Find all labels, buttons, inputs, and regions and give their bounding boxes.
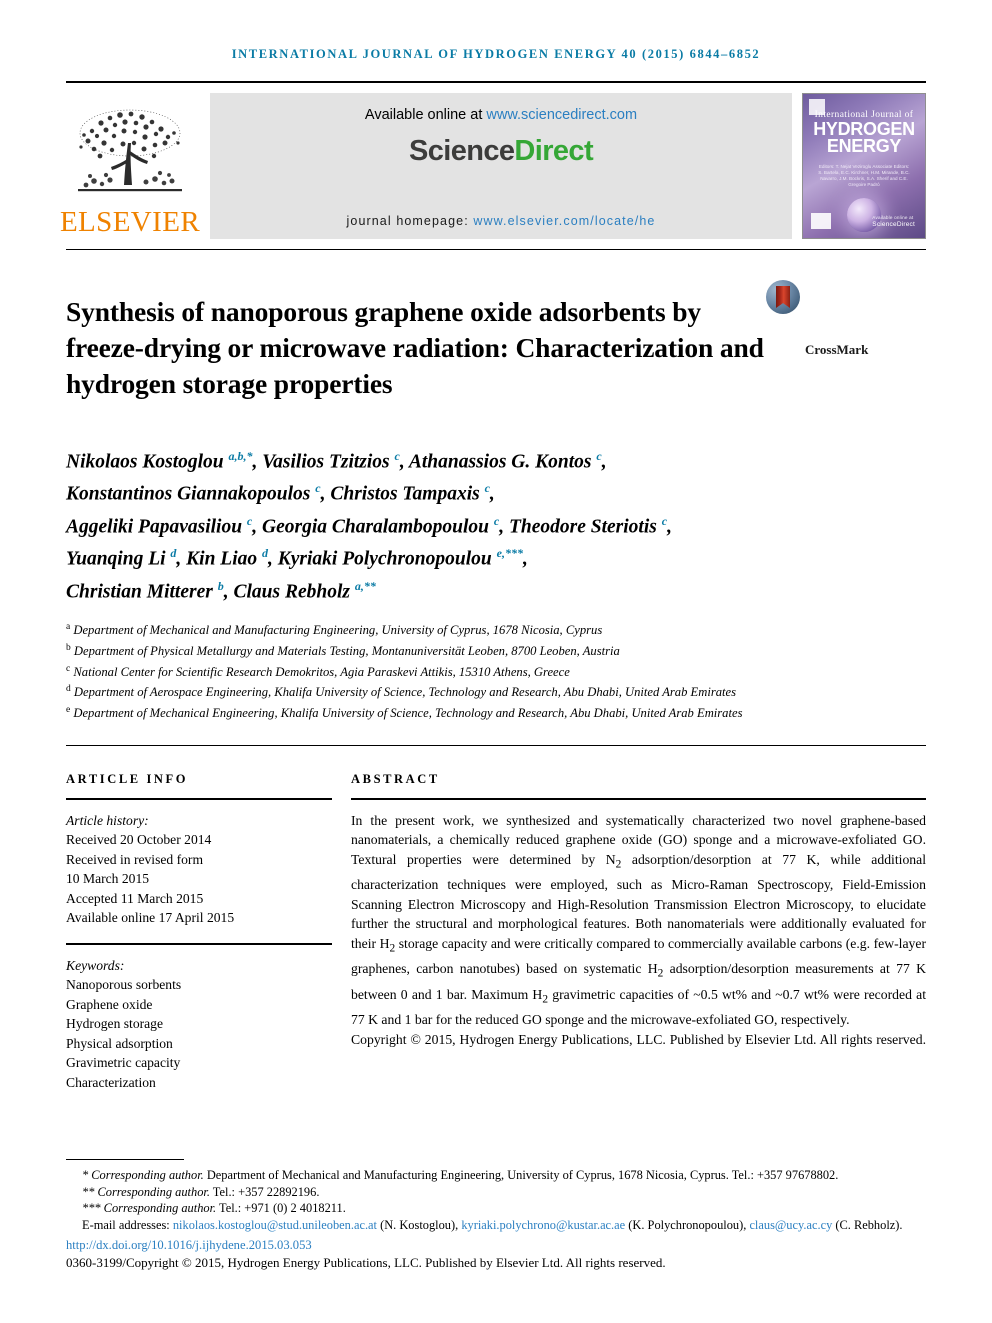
keywords-block: Keywords: Nanoporous sorbents Graphene oxi… [66, 956, 332, 1093]
cover-sd-label: Available online at [872, 215, 914, 220]
affiliation-item: a Department of Mechanical and Manufactu… [66, 622, 603, 638]
sciencedirect-wordmark-science: Science [408, 135, 515, 167]
doi-link[interactable]: http://dx.doi.org/10.1016/j.ijhydene.201… [66, 1238, 926, 1253]
keyword-item: Nanoporous sorbents [66, 977, 182, 993]
email-owner: (N. Kostoglou) [380, 1217, 456, 1232]
abstract-rule [351, 797, 926, 800]
title-row: Synthesis of nanoporous graphene oxide a… [66, 276, 926, 421]
abstract-paragraph: In the present work, we synthesized and … [351, 812, 927, 1028]
affiliation-marker: c [66, 663, 71, 674]
email-owner: (K. Polychronopoulou) [628, 1217, 744, 1232]
email-link[interactable]: kyriaki.polychrono@kustar.ac.ae [461, 1218, 625, 1232]
crossmark-icon [766, 280, 800, 314]
author-list: Nikolaos Kostoglou a,b,*, Vasilios Tzitz… [66, 448, 672, 603]
article-info-rule [66, 797, 332, 800]
available-online-line: Available online at www.sciencedirect.co… [365, 107, 637, 123]
crossmark-label: CrossMark [805, 342, 869, 358]
masthead: ELSEVIER Available online at www.science… [60, 93, 926, 239]
email-addresses-label: E-mail addresses: [82, 1217, 170, 1232]
affiliation-item: e Department of Mechanical Engineering, … [66, 705, 743, 721]
footnote-corresponding-3: *** Corresponding author. Tel.: +971 (0)… [82, 1201, 346, 1215]
elsevier-tree-icon [78, 109, 182, 192]
article-first-page: International Journal of Hydrogen Energy… [0, 0, 992, 1323]
article-history-item: Received in revised form [66, 851, 204, 867]
elsevier-logo: ELSEVIER [60, 93, 200, 239]
affiliation-list: a Department of Mechanical and Manufactu… [66, 619, 926, 722]
journal-homepage-link[interactable]: www.elsevier.com/locate/he [473, 214, 655, 228]
keyword-item: Graphene oxide [66, 996, 153, 1012]
header-rule [66, 81, 926, 83]
keywords-rule [66, 942, 332, 945]
article-info-column: ARTICLE INFO Article history: Received 20… [66, 772, 332, 1093]
cover-sd-name: ScienceDirect [872, 221, 915, 228]
article-history-block: Article history: Received 20 October 2014… [66, 811, 332, 928]
elsevier-wordmark: ELSEVIER [59, 206, 201, 238]
cover-editors: Editors: T. Nejat Veziroglu Associate Ed… [818, 164, 910, 187]
affiliation-item: b Department of Physical Metallurgy and … [66, 643, 620, 659]
keyword-item: Characterization [66, 1074, 156, 1090]
cover-title-line2: HYDROGEN ENERGY [813, 119, 915, 156]
info-abstract-columns: ARTICLE INFO Article history: Received 20… [66, 772, 926, 1093]
keyword-item: Hydrogen storage [66, 1016, 164, 1032]
footnote-emails: E-mail addresses: nikolaos.kostoglou@stu… [82, 1217, 903, 1232]
journal-cover-thumbnail: International Journal of HYDROGEN ENERGY… [802, 93, 926, 239]
cover-bottom-publisher-icon [811, 213, 831, 229]
email-link[interactable]: nikolaos.kostoglou@stud.unileoben.ac.at [173, 1218, 377, 1232]
affiliation-marker: e [66, 705, 71, 716]
sciencedirect-wordmark-direct: Direct [514, 135, 594, 167]
available-online-label: Available online at [364, 107, 487, 123]
masthead-bottom-rule [66, 249, 926, 250]
footnote-block: * Corresponding author. Department of Me… [66, 1159, 926, 1271]
sciencedirect-wordmark: ScienceDirect [408, 135, 594, 168]
footnote-rule [66, 1159, 184, 1160]
footnote-corresponding-2: ** Corresponding author. Tel.: +357 2289… [82, 1184, 320, 1199]
email-link[interactable]: claus@ucy.ac.cy [749, 1218, 832, 1232]
cover-sciencedirect-mark: Available online at ScienceDirect [872, 215, 915, 228]
abstract-heading: ABSTRACT [351, 771, 440, 786]
article-info-heading: ARTICLE INFO [66, 771, 189, 786]
affiliation-marker: b [66, 643, 71, 654]
page-title: Synthesis of nanoporous graphene oxide a… [66, 296, 764, 400]
article-history-item: Received 20 October 2014 [66, 832, 212, 848]
issn-copyright-line: 0360-3199/Copyright © 2015, Hydrogen Ene… [66, 1255, 666, 1270]
abstract-section-rule [66, 744, 926, 746]
abstract-column: ABSTRACT In the present work, we synthes… [351, 772, 926, 1093]
running-head: International Journal of Hydrogen Energy… [231, 47, 761, 61]
journal-homepage-line: journal homepage: www.elsevier.com/locat… [347, 214, 656, 228]
article-history-item: 10 March 2015 [66, 871, 150, 887]
abstract-copyright: Copyright © 2015, Hydrogen Energy Public… [351, 1031, 926, 1047]
article-history-label: Article history: [66, 812, 149, 828]
sciencedirect-link[interactable]: www.sciencedirect.com [486, 107, 637, 123]
article-history-item: Accepted 11 March 2015 [66, 890, 204, 906]
affiliation-marker: a [66, 622, 71, 633]
crossmark-badge[interactable]: CrossMark [766, 276, 868, 421]
sciencedirect-banner: Available online at www.sciencedirect.co… [210, 93, 792, 239]
affiliation-item: d Department of Aerospace Engineering, K… [66, 684, 737, 700]
keyword-item: Gravimetric capacity [66, 1055, 181, 1071]
keywords-label: Keywords: [66, 957, 125, 973]
abstract-body: In the present work, we synthesized and … [351, 811, 926, 1069]
affiliation-marker: d [66, 684, 71, 695]
article-history-item: Available online 17 April 2015 [66, 910, 235, 926]
affiliation-item: c National Center for Scientific Researc… [66, 663, 570, 679]
footnote-corresponding-1: * Corresponding author. Department of Me… [82, 1168, 839, 1182]
email-owner: (C. Rebholz). [835, 1217, 903, 1232]
keyword-item: Physical adsorption [66, 1035, 173, 1051]
journal-homepage-label: journal homepage: [346, 214, 474, 228]
